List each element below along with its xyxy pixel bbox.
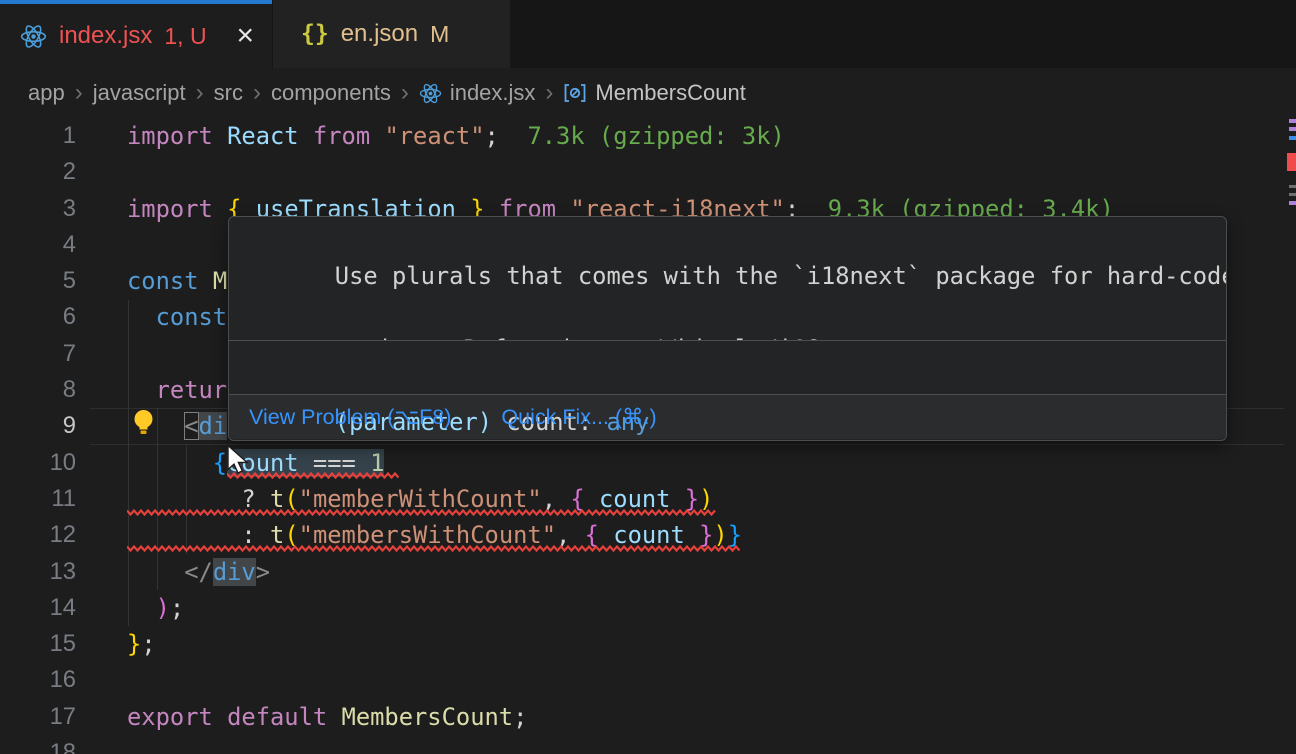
ruler-modified-mark [1289,201,1296,205]
problem-message: Use plurals that comes with the `i18next… [229,217,1226,341]
ruler-mark [1289,185,1296,188]
mouse-cursor-icon [224,444,250,476]
line-number[interactable]: 16 [0,662,76,698]
line-number[interactable]: 15 [0,626,76,662]
breadcrumb-item-javascript[interactable]: javascript [93,80,186,106]
tab-modified-badge: M [430,21,449,48]
problem-message-line1: Use plurals that comes with the `i18next… [335,262,1226,290]
code-line[interactable]: }; [127,626,1114,662]
tab-en-json[interactable]: {} en.json M [273,0,510,68]
json-braces-icon: {} [301,21,329,47]
line-number[interactable]: 17 [0,699,76,735]
line-number[interactable]: 13 [0,554,76,590]
line-number-gutter[interactable]: 123456789101112131415161718 [0,118,76,754]
lightbulb-icon[interactable] [130,408,157,438]
chevron-right-icon: › [401,79,409,107]
breadcrumb-item-index-jsx[interactable]: index.jsx [450,80,536,106]
react-icon [419,82,442,105]
tab-title: en.json [341,20,418,48]
close-icon[interactable]: × [232,21,258,51]
breadcrumb-item-memberscount[interactable]: MembersCount [595,80,745,106]
code-line[interactable]: import React from "react"; 7.3k (gzipped… [127,118,1114,154]
breadcrumb-item-app[interactable]: app [28,80,65,106]
tab-dirty-badge: 1, U [164,23,206,50]
code-editor[interactable]: 123456789101112131415161718 import React… [0,118,1296,754]
chevron-right-icon: › [75,79,83,107]
line-number[interactable]: 1 [0,118,76,154]
error-squiggle [127,545,741,552]
code-line[interactable] [127,662,1114,698]
line-number[interactable]: 3 [0,191,76,227]
problem-hover-tooltip: Use plurals that comes with the `i18next… [228,216,1227,441]
line-number[interactable]: 9 [0,408,76,444]
ruler-modified-mark [1289,119,1296,123]
code-line[interactable] [127,735,1114,754]
line-number[interactable]: 14 [0,590,76,626]
breadcrumb: app › javascript › src › components › in… [0,68,1296,118]
tab-index-jsx[interactable]: index.jsx 1, U × [0,0,272,68]
ruler-modified-mark [1289,136,1296,140]
line-number[interactable]: 2 [0,154,76,190]
ruler-error-mark [1287,153,1296,171]
chevron-right-icon: › [253,79,261,107]
line-number[interactable]: 11 [0,481,76,517]
chevron-right-icon: › [545,79,553,107]
view-problem-action[interactable]: View Problem (⌥F8) [249,405,451,430]
line-number[interactable]: 7 [0,336,76,372]
line-number[interactable]: 18 [0,735,76,754]
parameter-type-info: (parameter) count: any [229,341,1226,395]
quick-fix-action[interactable]: Quick Fix... (⌘.) [501,405,656,430]
breadcrumb-item-components[interactable]: components [271,80,391,106]
breadcrumb-item-src[interactable]: src [214,80,243,106]
line-number[interactable]: 8 [0,372,76,408]
line-number[interactable]: 10 [0,445,76,481]
line-number[interactable]: 6 [0,299,76,335]
code-line[interactable] [127,154,1114,190]
line-number[interactable]: 4 [0,227,76,263]
code-line[interactable]: export default MembersCount; [127,699,1114,735]
symbol-variable-icon [563,81,587,105]
ruler-mark [1289,193,1296,196]
code-line[interactable]: ); [127,590,1114,626]
error-squiggle [127,509,717,516]
react-icon [20,23,47,50]
line-number[interactable]: 5 [0,263,76,299]
ruler-modified-mark [1289,127,1296,131]
code-line[interactable]: </div> [127,554,1114,590]
tab-title: index.jsx [59,22,152,50]
overview-ruler[interactable] [1286,118,1296,754]
tab-bar: index.jsx 1, U × {} en.json M [0,0,1296,68]
line-number[interactable]: 12 [0,517,76,553]
chevron-right-icon: › [196,79,204,107]
